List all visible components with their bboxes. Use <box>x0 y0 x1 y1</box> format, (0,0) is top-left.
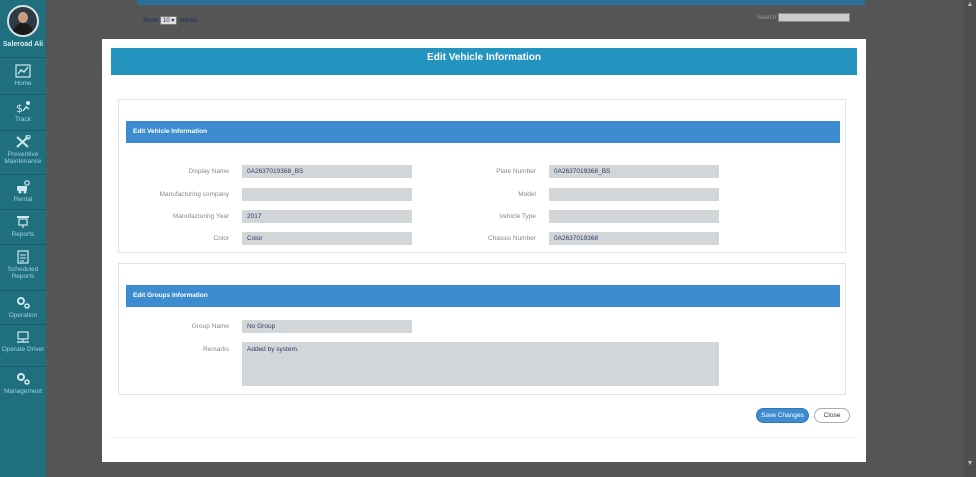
gears-icon <box>15 372 31 386</box>
manufacturing-year-field[interactable] <box>242 210 412 223</box>
sidebar-item-label: Preventive Maintenance <box>4 151 42 165</box>
sidebar-item-operate-driver[interactable]: Operate Driver <box>0 330 46 353</box>
svg-text:$: $ <box>16 102 23 114</box>
rental-icon <box>15 180 31 194</box>
display-name-label: Display Name <box>188 168 229 175</box>
vehicle-info-panel: Edit Vehicle Information Display Name Ma… <box>118 99 846 253</box>
plate-number-field[interactable] <box>549 165 719 178</box>
sidebar-item-label: Reports <box>11 231 35 238</box>
table-search: Search: <box>757 13 850 22</box>
avatar[interactable] <box>7 5 39 37</box>
sidebar-item-label: Home <box>14 80 32 87</box>
modal-title: Edit Vehicle Information <box>111 48 857 75</box>
sidebar-item-home[interactable]: Home <box>0 64 46 87</box>
page-top-bar <box>137 0 865 5</box>
scroll-down-icon[interactable]: ▼ <box>966 460 974 468</box>
chassis-number-label: Chassis Number <box>487 235 536 242</box>
vehicle-type-field[interactable] <box>549 210 719 223</box>
vehicle-type-label: Vehicle Type <box>499 213 536 220</box>
sidebar-item-label: Track <box>14 116 31 123</box>
modal-footer-divider <box>111 437 857 438</box>
manufacturing-company-label: Manufacturing company <box>159 191 229 198</box>
scroll-up-icon[interactable]: ▲ <box>966 1 974 9</box>
color-label: Color <box>213 235 229 242</box>
manufacturing-year-label: Manufacturing Year <box>172 213 229 220</box>
groups-info-section-title: Edit Groups Information <box>126 285 840 307</box>
sidebar-item-preventive-maintenance[interactable]: Preventive Maintenance <box>0 134 46 165</box>
entries-select[interactable]: 10 ▾ <box>160 16 178 25</box>
sidebar-item-label: Scheduled Reports <box>7 266 39 280</box>
sidebar-item-label: Rental <box>13 196 33 203</box>
display-name-field[interactable] <box>242 165 412 178</box>
model-field[interactable] <box>549 188 719 201</box>
scheduled-reports-icon <box>15 250 31 264</box>
manufacturing-company-field[interactable] <box>242 188 412 201</box>
sidebar-item-label: Operate Driver <box>1 346 45 353</box>
group-name-label: Group Name <box>191 323 229 330</box>
color-field[interactable] <box>242 232 412 245</box>
sidebar-item-scheduled-reports[interactable]: Scheduled Reports <box>0 250 46 280</box>
groups-info-panel: Edit Groups Information Group Name Remar… <box>118 263 846 395</box>
sidebar-item-label: Operation <box>8 312 38 319</box>
entries-selector: Show 10 ▾ entries <box>143 16 198 25</box>
sidebar: Saleroad Ali Home $ Track Preventive Mai… <box>0 0 46 477</box>
sidebar-item-reports[interactable]: Reports <box>0 215 46 238</box>
remarks-label: Remarks <box>202 346 229 353</box>
gears-icon <box>15 296 31 310</box>
track-icon: $ <box>15 100 31 115</box>
sidebar-item-operation[interactable]: Operation <box>0 296 46 319</box>
sidebar-item-rental[interactable]: Rental <box>0 180 46 203</box>
close-button[interactable]: Close <box>814 408 850 423</box>
page-scrollbar[interactable] <box>964 0 976 477</box>
vehicle-info-section-title: Edit Vehicle Information <box>126 121 840 143</box>
save-changes-button[interactable]: Save Changes <box>756 408 809 423</box>
sidebar-item-track[interactable]: $ Track <box>0 100 46 123</box>
search-input[interactable] <box>777 13 850 22</box>
remarks-textarea[interactable]: Added by system. <box>242 342 719 386</box>
sidebar-item-management[interactable]: Management <box>0 372 46 395</box>
plate-number-label: Plate Number <box>496 168 536 175</box>
chassis-number-field[interactable] <box>549 232 719 245</box>
user-name: Saleroad Ali <box>2 41 44 48</box>
chart-icon <box>15 64 31 78</box>
edit-vehicle-modal: Edit Vehicle Information Edit Vehicle In… <box>102 39 866 462</box>
group-name-field[interactable] <box>242 320 412 333</box>
sidebar-item-label: Management <box>4 388 42 395</box>
model-label: Model <box>518 191 536 198</box>
tools-icon <box>15 134 31 149</box>
reports-icon <box>15 215 31 229</box>
driver-icon <box>15 330 31 344</box>
